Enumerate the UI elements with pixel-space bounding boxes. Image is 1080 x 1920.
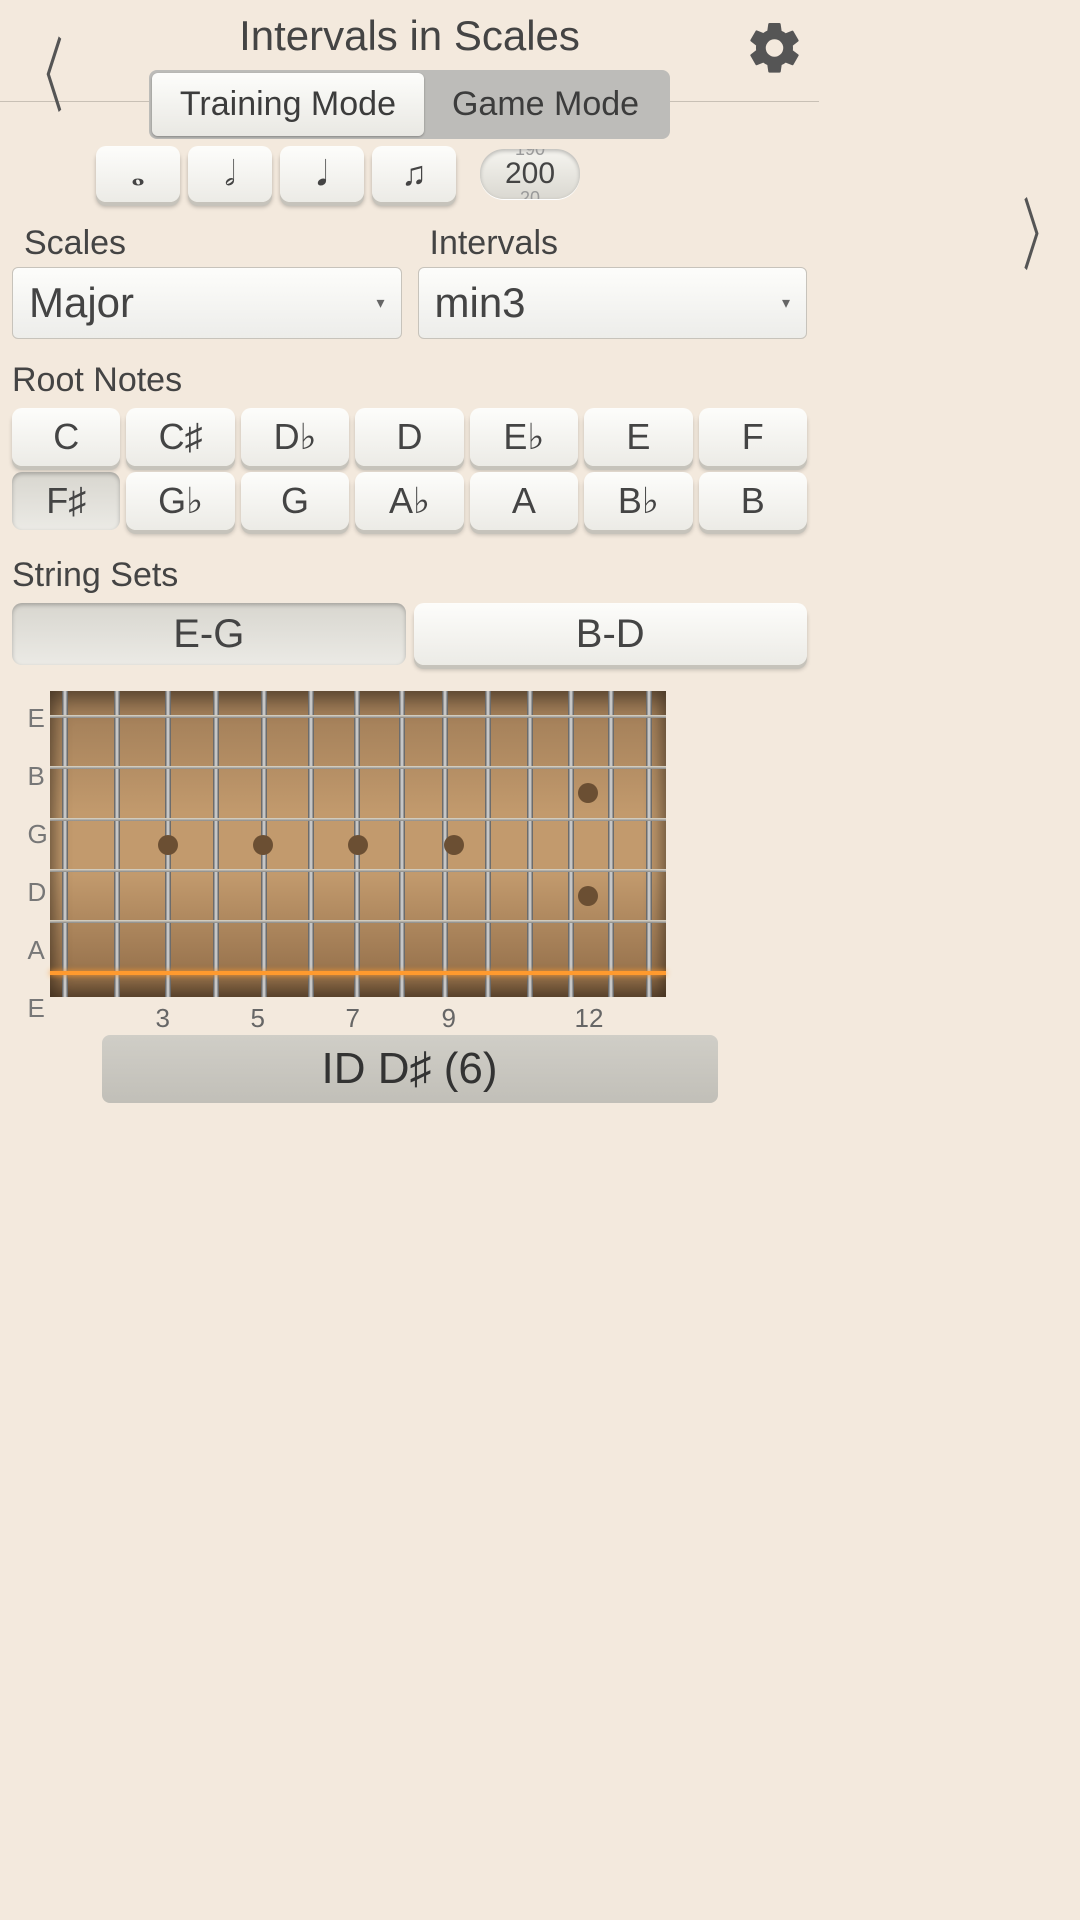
string-label: D [28,877,48,908]
settings-button[interactable] [745,18,805,78]
chevron-down-icon: ▾ [782,293,790,313]
gear-icon [745,18,805,78]
root-note-Gflat[interactable]: G♭ [126,472,234,530]
fret-wire [399,691,405,997]
tempo-value: 200 [505,157,555,191]
fret-wire [114,691,120,997]
root-note-Dflat[interactable]: D♭ [241,408,349,466]
scales-value: Major [29,279,134,327]
root-note-Bflat[interactable]: B♭ [584,472,692,530]
fret-marker [444,835,464,855]
root-note-C[interactable]: C [12,408,120,466]
fret-number: 5 [251,1003,265,1034]
string-set-E-G[interactable]: E-G [12,603,406,665]
tab-training-mode[interactable]: Training Mode [152,73,424,136]
tab-game-mode[interactable]: Game Mode [424,73,667,136]
guitar-string[interactable] [50,920,666,923]
page-title: Intervals in Scales [0,12,819,60]
fret-wire [527,691,533,997]
fret-marker [158,835,178,855]
fret-marker [578,886,598,906]
fret-wire [608,691,614,997]
chevron-down-icon: ▾ [376,293,384,313]
fretboard[interactable]: EBGDAE 357912 [50,691,770,1003]
tempo-picker[interactable]: 190 200 20 [480,149,580,199]
string-label: A [28,935,48,966]
tempo-next: 20 [520,188,540,199]
root-note-D[interactable]: D [355,408,463,466]
note-half-button[interactable]: 𝅗𝅥 [188,146,272,202]
string-label: E [28,703,48,734]
root-note-E[interactable]: E [584,408,692,466]
scales-dropdown[interactable]: Major ▾ [12,267,402,339]
root-note-B[interactable]: B [699,472,807,530]
fret-number: 12 [575,1003,604,1034]
note-quarter-button[interactable]: 𝅘𝅥 [280,146,364,202]
guitar-string[interactable] [50,971,666,975]
string-label: G [28,819,48,850]
root-note-F[interactable]: F [699,408,807,466]
root-note-Eflat[interactable]: E♭ [470,408,578,466]
root-note-G[interactable]: G [241,472,349,530]
root-note-Aflat[interactable]: A♭ [355,472,463,530]
fret-number: 3 [156,1003,170,1034]
guitar-string[interactable] [50,766,666,769]
fret-wire [485,691,491,997]
status-bar: ID D♯ (6) [102,1035,718,1103]
string-label: E [28,993,48,1024]
note-whole-button[interactable]: 𝅝 [96,146,180,202]
fret-wire [568,691,574,997]
fret-wire [646,691,652,997]
intervals-value: min3 [435,279,526,327]
fret-wire [213,691,219,997]
root-notes-grid: CC♯D♭DE♭EF F♯G♭GA♭AB♭B [0,404,819,534]
guitar-string[interactable] [50,715,666,718]
intervals-label: Intervals [418,202,808,267]
intervals-dropdown[interactable]: min3 ▾ [418,267,808,339]
root-note-Csharp[interactable]: C♯ [126,408,234,466]
tempo-prev: 190 [515,149,545,160]
guitar-string[interactable] [50,869,666,872]
string-label: B [28,761,48,792]
string-sets-row: E-GB-D [0,599,819,669]
next-button[interactable]: 〉 [1022,174,1061,287]
note-eighth-button[interactable]: ♫ [372,146,456,202]
fret-number: 7 [346,1003,360,1034]
fret-number: 9 [442,1003,456,1034]
guitar-string[interactable] [50,818,666,821]
fret-wire [62,691,68,997]
back-button[interactable]: 〈 [23,11,64,129]
mode-toggle[interactable]: Training Mode Game Mode [149,70,670,139]
fret-marker [348,835,368,855]
fret-marker [578,783,598,803]
root-note-A[interactable]: A [470,472,578,530]
root-notes-label: Root Notes [0,339,819,404]
scales-label: Scales [12,202,402,267]
string-set-B-D[interactable]: B-D [414,603,808,665]
fret-marker [253,835,273,855]
fret-wire [308,691,314,997]
root-note-Fsharp[interactable]: F♯ [12,472,120,530]
string-sets-label: String Sets [0,534,819,599]
